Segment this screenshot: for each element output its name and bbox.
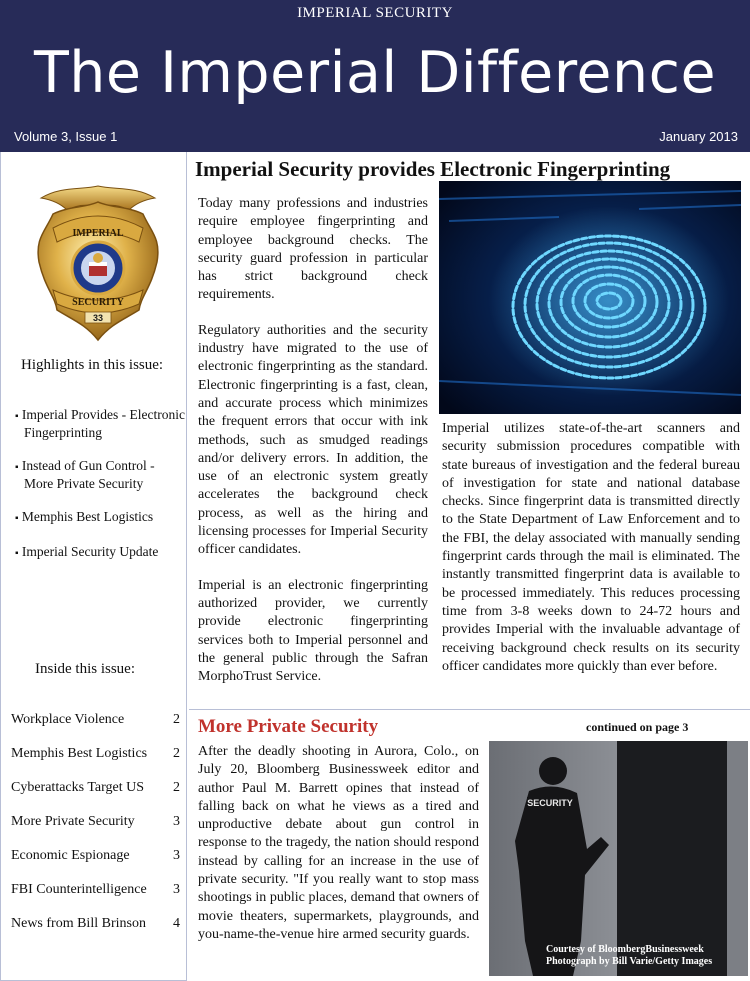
toc-title: Memphis Best Logistics — [11, 746, 148, 761]
highlight-item: ▪ Memphis Best Logistics — [15, 509, 154, 524]
toc-page: 3 — [173, 814, 180, 829]
toc-row[interactable]: Economic Espionage 3 — [11, 848, 183, 882]
article-paragraph: Today many professions and industries re… — [198, 196, 428, 303]
toc-title: Economic Espionage — [11, 848, 130, 863]
toc-page: 2 — [173, 712, 180, 727]
toc-page: 2 — [173, 780, 180, 795]
table-of-contents: Workplace Violence 2 Memphis Best Logisti… — [11, 712, 183, 950]
sidebar: IMPERIAL SECURITY 33 Highlights in this … — [0, 152, 187, 981]
highlight-item: ▪ Instead of Gun Control - More Private … — [15, 458, 155, 491]
toc-row[interactable]: News from Bill Brinson 4 — [11, 916, 183, 950]
svg-text:SECURITY: SECURITY — [527, 798, 573, 808]
photo-credit: Courtesy of BloombergBusinessweek Photog… — [546, 944, 713, 967]
company-name: IMPERIAL SECURITY — [297, 5, 453, 21]
toc-row[interactable]: More Private Security 3 — [11, 814, 183, 848]
toc-page: 2 — [173, 746, 180, 761]
toc-page: 3 — [173, 882, 180, 897]
fingerprint-image — [439, 181, 741, 414]
toc-row[interactable]: Memphis Best Logistics 2 — [11, 746, 183, 780]
issue-date: January 2013 — [659, 129, 738, 144]
issue-number: Volume 3, Issue 1 — [14, 129, 118, 144]
toc-title: FBI Counterintelligence — [11, 882, 147, 897]
svg-text:IMPERIAL: IMPERIAL — [72, 228, 123, 239]
section-divider — [189, 709, 750, 710]
newsletter-title: The Imperial Difference — [33, 40, 717, 106]
toc-page: 3 — [173, 848, 180, 863]
toc-title: News from Bill Brinson — [11, 916, 146, 931]
toc-row[interactable]: FBI Counterintelligence 3 — [11, 882, 183, 916]
inside-heading: Inside this issue: — [35, 661, 135, 677]
article-headline: Imperial Security provides Electronic Fi… — [195, 157, 671, 181]
article2-headline: More Private Security — [198, 716, 379, 737]
svg-text:33: 33 — [93, 313, 103, 323]
svg-text:SECURITY: SECURITY — [72, 297, 124, 308]
article-paragraph: Regulatory authorities and the security … — [198, 322, 428, 558]
toc-title: Workplace Violence — [11, 712, 125, 727]
toc-page: 4 — [173, 916, 180, 931]
toc-row[interactable]: Workplace Violence 2 — [11, 712, 183, 746]
highlights-list: ▪ Imperial Provides - Electronic Fingerp… — [15, 407, 187, 579]
highlight-item: ▪ Imperial Security Update — [15, 544, 159, 559]
security-guard-photo: SECURITY — [489, 741, 748, 976]
toc-title: Cyberattacks Target US — [11, 780, 145, 795]
continued-note[interactable]: continued on page 3 — [586, 720, 688, 735]
article-right-column: Imperial utilizes state-of-the-art scann… — [442, 421, 740, 674]
article-paragraph: Imperial is an electronic fingerprinting… — [198, 577, 428, 685]
article2-paragraph: After the deadly shooting in Aurora, Col… — [198, 744, 479, 942]
highlight-item: ▪ Imperial Provides - Electronic Fingerp… — [15, 407, 185, 440]
toc-title: More Private Security — [11, 814, 135, 829]
article-left-column: Today many professions and industries re… — [198, 195, 428, 703]
masthead: IMPERIAL SECURITY The Imperial Differenc… — [0, 0, 750, 152]
highlights-heading: Highlights in this issue: — [21, 357, 164, 373]
security-badge-icon: IMPERIAL SECURITY 33 — [37, 185, 159, 342]
toc-row[interactable]: Cyberattacks Target US 2 — [11, 780, 183, 814]
